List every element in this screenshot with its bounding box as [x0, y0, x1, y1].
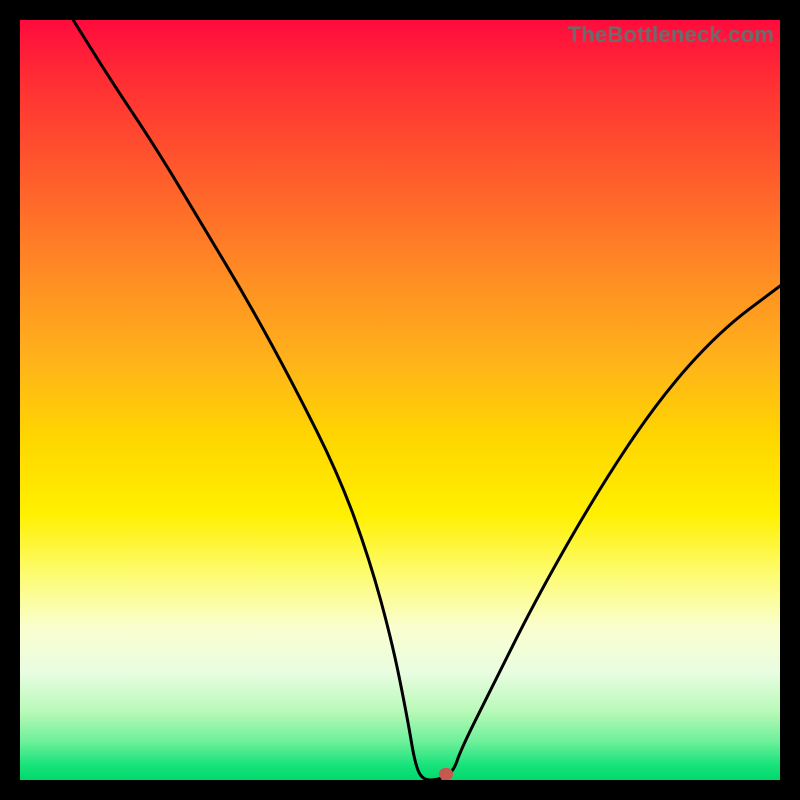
watermark-text: TheBottleneck.com: [568, 22, 774, 48]
bottleneck-curve-path: [73, 20, 780, 780]
minimum-marker: [439, 768, 453, 780]
curve-svg: [20, 20, 780, 780]
chart-frame: TheBottleneck.com: [0, 0, 800, 800]
plot-area: TheBottleneck.com: [20, 20, 780, 780]
